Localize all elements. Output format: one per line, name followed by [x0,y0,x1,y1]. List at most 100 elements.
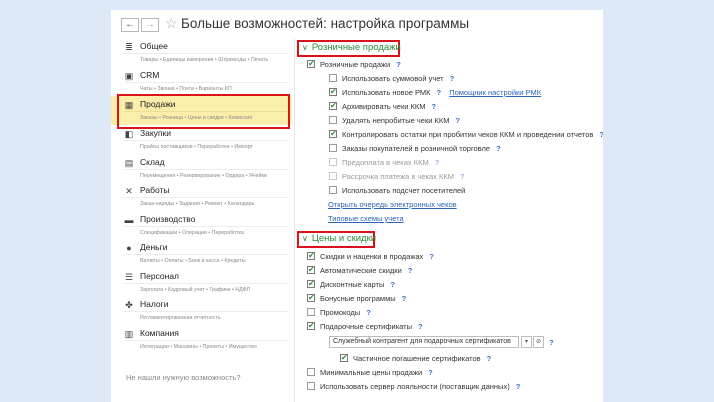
help-icon[interactable]: ? [396,60,401,69]
auto-discounts-row[interactable]: ✔ Автоматические скидки? [307,266,412,278]
chevron-down-icon: ∨ [302,43,308,52]
help-icon[interactable]: ? [460,172,465,181]
dropdown-button[interactable]: ▾ [521,336,532,348]
checkbox[interactable] [329,74,337,83]
checkbox[interactable]: ✔ [307,280,315,289]
sidebar-item-taxes[interactable]: ✤ Налоги Регламентированная отчетность [111,296,292,325]
help-icon[interactable]: ? [437,88,442,97]
sidebar: ≣ Общее Товары • Единицы измерения • Штр… [111,38,292,402]
open-link-icon[interactable]: ⊘ [533,336,544,348]
receipts-queue-link[interactable]: Открыть очередь электронных чеков [328,200,457,209]
accounting-schemes-link[interactable]: Типовые схемы учета [328,214,404,223]
help-icon[interactable]: ? [428,368,433,377]
checkbox[interactable] [329,144,337,153]
sum-accounting-row[interactable]: Использовать суммовой учет? [329,74,454,86]
bonus-programs-row[interactable]: ✔ Бонусные программы? [307,294,406,306]
checkbox[interactable]: ✔ [329,88,337,97]
installment-row: Рассрочка платежа в чеках ККМ? [329,172,465,184]
back-button[interactable]: ← [121,18,139,32]
help-icon[interactable]: ? [487,354,492,363]
sidebar-item-purchases[interactable]: ◧ Закупки Прайсы поставщиков • Переработ… [111,125,292,154]
option-label: Розничные продажи [320,60,391,69]
sidebar-item-sub: Товары • Единицы измерения • Штрихкоды •… [140,57,269,63]
sales-callout-box [117,94,290,129]
sidebar-item-production[interactable]: ▬ Производство Спецификации • Операции •… [111,211,292,240]
partial-redemption-row[interactable]: ✔ Частичное погашение сертификатов? [340,354,491,366]
checkbox[interactable]: ✔ [329,130,337,139]
help-icon[interactable]: ? [408,266,413,275]
control-stock-row[interactable]: ✔ Контролировать остатки при пробитии чек… [329,130,603,142]
sidebar-item-general[interactable]: ≣ Общее Товары • Единицы измерения • Штр… [111,38,292,67]
sidebar-item-label: Персонал [140,271,180,281]
retail-sales-row[interactable]: ✔ Розничные продажи? [307,60,401,72]
checkbox[interactable]: ✔ [307,252,315,261]
pos-setup-wizard-link[interactable]: Помощник настройки РМК [449,88,541,97]
checkbox[interactable]: ✔ [307,294,315,303]
min-prices-row[interactable]: Минимальные цены продажи? [307,368,433,380]
sidebar-item-sub: Валюты • Оплаты • Банк и касса • Кредиты [140,258,246,264]
sidebar-item-staff[interactable]: ☰ Персонал Зарплата • Кадровый учет • Гр… [111,268,292,297]
sidebar-item-works[interactable]: ✕ Работы Заказ-наряды • Задания • Ремонт… [111,182,292,211]
checkbox[interactable]: ✔ [307,266,315,275]
checkbox[interactable] [329,116,337,125]
option-label: Архивировать чеки ККМ [342,102,426,111]
sidebar-item-money[interactable]: ● Деньги Валюты • Оплаты • Банк и касса … [111,239,292,268]
loyalty-server-row[interactable]: Использовать сервер лояльности (поставщи… [307,382,520,394]
page-title: Больше возможностей: настройка программы [181,16,470,31]
help-icon[interactable]: ? [402,294,407,303]
checkbox[interactable] [307,382,315,391]
sidebar-item-label: Производство [140,214,196,224]
discounts-markups-row[interactable]: ✔ Скидки и наценки в продажах? [307,252,434,264]
delete-unpunched-row[interactable]: Удалять непробитые чеки ККМ? [329,116,460,128]
help-icon[interactable]: ? [450,74,455,83]
checkbox[interactable]: ✔ [329,102,337,111]
help-icon[interactable]: ? [549,338,554,347]
sidebar-item-warehouse[interactable]: ▤ Склад Перемещения • Резервирование • О… [111,154,292,183]
divider [124,226,288,227]
help-icon[interactable]: ? [516,382,521,391]
option-label: Контролировать остатки при пробитии чеко… [342,130,594,139]
new-pos-row[interactable]: ✔ Использовать новое РМК? Помощник настро… [329,88,541,100]
checkbox[interactable] [307,308,315,317]
help-icon[interactable]: ? [599,130,603,139]
option-label: Использовать суммовой учет [342,74,444,83]
help-icon[interactable]: ? [456,116,461,125]
forward-button[interactable]: → [141,18,159,32]
checkbox[interactable] [307,368,315,377]
promocodes-row[interactable]: Промокоды? [307,308,371,320]
sidebar-item-crm[interactable]: ▣ CRM Чаты • Звонки • Почта • Варианты К… [111,67,292,96]
discount-cards-row[interactable]: ✔ Дисконтные карты? [307,280,395,292]
retail-group-header[interactable]: ∨ Розничные продажи [302,42,401,53]
sidebar-item-sub: Заказ-наряды • Задания • Ремонт • Календ… [140,201,255,207]
sidebar-item-company[interactable]: ▥ Компания Интеграции • Магазины • Проек… [111,325,292,354]
checkbox[interactable] [329,186,337,195]
taxes-icon: ✤ [125,300,133,310]
checkbox[interactable]: ✔ [340,354,348,363]
option-label: Бонусные программы [320,294,396,303]
company-icon: ▥ [124,329,134,339]
help-icon[interactable]: ? [429,252,434,261]
group-title: Розничные продажи [311,42,401,53]
visitor-count-row[interactable]: Использовать подсчет посетителей [329,186,465,198]
checkbox[interactable]: ✔ [307,60,315,69]
help-link[interactable]: Не нашли нужную возможность? [126,373,241,382]
help-icon[interactable]: ? [432,102,437,111]
archive-receipts-row[interactable]: ✔ Архивировать чеки ККМ? [329,102,436,114]
checkbox[interactable]: ✔ [307,322,315,331]
retail-orders-row[interactable]: Заказы покупателей в розничной торговле? [329,144,501,156]
sidebar-item-label: Общее [140,41,168,51]
gift-certificates-row[interactable]: ✔ Подарочные сертификаты? [307,322,423,334]
gift-counterparty-field[interactable]: Служебный контрагент для подарочных серт… [329,336,519,348]
prepayment-row: Предоплата в чеках ККМ? [329,158,439,170]
receipts-queue-link-row[interactable]: Открыть очередь электронных чеков [328,200,457,212]
option-label: Частичное погашение сертификатов [353,354,481,363]
prices-group-header[interactable]: ∨ Цены и скидки [302,233,376,244]
help-icon[interactable]: ? [366,308,371,317]
help-icon[interactable]: ? [418,322,423,331]
favorite-star-icon[interactable]: ☆ [165,15,178,32]
help-icon[interactable]: ? [435,158,440,167]
accounting-schemes-link-row[interactable]: Типовые схемы учета [328,214,404,226]
divider [124,340,288,341]
help-icon[interactable]: ? [496,144,501,153]
help-icon[interactable]: ? [390,280,395,289]
